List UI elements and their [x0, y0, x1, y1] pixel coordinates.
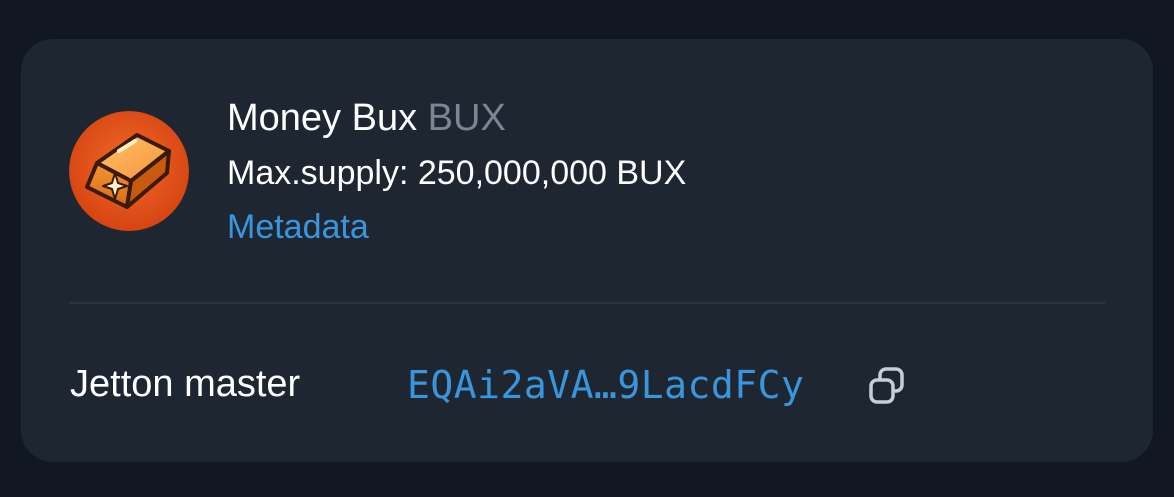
token-card: Money Bux BUX Max.supply: 250,000,000 BU… [21, 39, 1153, 462]
token-symbol: BUX [427, 97, 506, 139]
jetton-master-label: Jetton master [70, 363, 301, 405]
max-supply-text: Max.supply: 250,000,000 BUX [227, 154, 687, 192]
gold-bar-icon [69, 111, 189, 231]
copy-icon[interactable] [866, 365, 908, 407]
jetton-master-address-link[interactable]: EQAi2aVA…9LacdFCy [407, 362, 804, 408]
token-name: Money Bux [227, 97, 418, 139]
divider [69, 302, 1105, 304]
metadata-link[interactable]: Metadata [227, 206, 369, 248]
token-title: Money Bux BUX [227, 95, 506, 141]
